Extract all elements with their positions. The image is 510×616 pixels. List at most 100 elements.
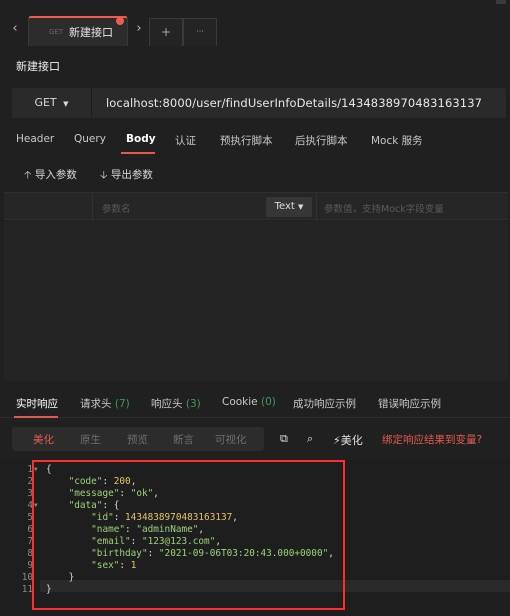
url-input[interactable]: localhost:8000/user/findUserInfoDetails/… <box>106 96 482 110</box>
code-line: } <box>46 572 75 583</box>
chevron-right-icon[interactable]: › <box>130 17 148 43</box>
url-bar: GET ▼ localhost:8000/user/findUserInfoDe… <box>12 88 506 118</box>
import-button[interactable]: 🡡 导入参数 <box>24 167 77 185</box>
tab-count: (3) <box>185 398 201 410</box>
tab-success-example[interactable]: 成功响应示例 <box>293 396 356 411</box>
tab-live-response[interactable]: 实时响应 <box>16 396 58 411</box>
view-pretty[interactable]: 美化 <box>33 432 54 447</box>
unsaved-dot-icon <box>116 17 124 25</box>
json-message-value: "ok" <box>130 488 154 499</box>
code-line: { <box>46 464 52 475</box>
param-table-body <box>4 221 508 381</box>
code-line: "birthday": "2021-09-06T03:20:43.000+000… <box>91 548 334 559</box>
code-line: } <box>46 584 52 595</box>
code-line: "data": { <box>68 500 120 511</box>
param-type-select[interactable]: Text ▼ <box>266 197 312 217</box>
new-tab-button[interactable]: + <box>149 18 183 46</box>
line-number: 3 <box>27 488 33 499</box>
caret-down-icon: ▼ <box>298 203 304 211</box>
code-line: "message": "ok", <box>68 488 159 499</box>
line-number: 6 <box>27 524 33 535</box>
beautify-label: 美化 <box>340 434 363 447</box>
line-number: 11 <box>21 584 33 595</box>
tab-count: (7) <box>114 398 130 410</box>
column-divider <box>92 193 93 221</box>
tab-label: 请求头 <box>80 398 112 410</box>
json-code-value: 200 <box>113 476 131 487</box>
search-icon[interactable]: ⌕ <box>307 432 313 446</box>
param-value-input[interactable]: 参数值，支持Mock字段变量 <box>324 201 444 215</box>
tab-auth[interactable]: 认证 <box>175 133 196 148</box>
export-button[interactable]: 🡣 导出参数 <box>100 167 153 185</box>
code-line: "id": 1434838970483163137, <box>91 512 238 523</box>
line-number: 8 <box>27 548 33 559</box>
param-type-value: Text <box>274 201 295 212</box>
tab-mock[interactable]: Mock 服务 <box>371 133 423 148</box>
active-tab-indicator <box>121 152 155 154</box>
page-title: 新建接口 <box>16 60 60 73</box>
param-row: 参数名 Text ▼ 参数值，支持Mock字段变量 <box>4 192 508 221</box>
arrow-up-icon: 🡡 <box>24 169 32 181</box>
tab-strip: ‹ GET 新建接口 › + ··· <box>0 0 510 46</box>
body-actions: 🡡 导入参数 🡣 导出参数 <box>0 164 510 184</box>
line-number: 9 <box>27 560 33 571</box>
line-number: 5 <box>27 512 33 523</box>
json-name-value: "adminName" <box>136 524 199 535</box>
view-assert[interactable]: 断言 <box>173 432 194 447</box>
export-label: 导出参数 <box>110 169 153 181</box>
view-mode-bar: 美化 原生 预览 断言 可视化 <box>12 427 264 451</box>
tab-error-example[interactable]: 错误响应示例 <box>378 396 441 411</box>
tab-label: 实时响应 <box>16 398 58 410</box>
tab-pre-script[interactable]: 预执行脚本 <box>220 133 273 148</box>
line-number: 4 <box>27 500 33 511</box>
tab-count: (0) <box>260 396 276 408</box>
line-number: 2 <box>27 476 33 487</box>
code-line: "email": "123@123.com", <box>91 536 221 547</box>
code-line: "code": 200, <box>68 476 137 487</box>
code-line: "name": "adminName", <box>91 524 205 535</box>
beautify-button[interactable]: ⚡美化 <box>333 432 363 448</box>
response-editor[interactable]: 1 2 3 4 5 6 7 8 9 10 11 ▼ ▼ { "code": 20… <box>0 460 510 616</box>
tab-method: GET <box>49 28 64 36</box>
tab-label: 错误响应示例 <box>378 398 441 410</box>
tab-header[interactable]: Header <box>16 133 54 145</box>
tab-label: 成功响应示例 <box>293 398 356 410</box>
tab-label: Cookie <box>222 396 258 408</box>
line-gutter: 1 2 3 4 5 6 7 8 9 10 11 ▼ ▼ <box>0 460 40 616</box>
wand-icon: ⚡ <box>333 434 341 447</box>
method-select[interactable]: GET ▼ <box>12 88 92 118</box>
tab-post-script[interactable]: 后执行脚本 <box>295 133 348 148</box>
json-birthday-value: "2021-09-06T03:20:43.000+0000" <box>158 548 329 559</box>
request-tabs: Header Query Body 认证 预执行脚本 后执行脚本 Mock 服务 <box>0 128 510 154</box>
more-tabs-button[interactable]: ··· <box>183 18 217 46</box>
bind-result-link[interactable]: 绑定响应结果到变量? <box>382 432 482 447</box>
tab-query[interactable]: Query <box>74 133 106 145</box>
tab-body[interactable]: Body <box>126 133 156 145</box>
method-value: GET <box>34 96 57 109</box>
copy-icon[interactable]: ⧉ <box>280 432 288 446</box>
line-number: 10 <box>21 572 33 583</box>
view-visualize[interactable]: 可视化 <box>215 432 247 447</box>
code-line: "sex": 1 <box>91 560 137 571</box>
current-line-highlight <box>40 580 510 592</box>
tab-label: 响应头 <box>151 398 183 410</box>
request-tab[interactable]: GET 新建接口 <box>28 16 128 46</box>
param-name-input[interactable]: 参数名 <box>102 201 131 215</box>
fold-arrow-icon[interactable]: ▼ <box>34 466 38 473</box>
tab-title: 新建接口 <box>69 26 113 39</box>
view-preview[interactable]: 预览 <box>127 432 148 447</box>
json-sex-value: 1 <box>130 560 137 571</box>
caret-down-icon: ▼ <box>63 100 69 108</box>
chevron-left-icon[interactable]: ‹ <box>6 17 24 43</box>
fold-arrow-icon[interactable]: ▼ <box>34 502 38 509</box>
response-tabs: 实时响应 请求头 (7) 响应头 (3) Cookie (0) 成功响应示例 错… <box>0 388 510 418</box>
view-raw[interactable]: 原生 <box>80 432 101 447</box>
column-divider <box>316 193 317 221</box>
scrollbar[interactable] <box>496 0 506 4</box>
tab-response-headers[interactable]: 响应头 (3) <box>151 396 201 411</box>
tab-cookie[interactable]: Cookie (0) <box>222 396 276 408</box>
json-email-value: "123@123.com" <box>141 536 216 547</box>
active-tab-indicator <box>14 416 58 418</box>
arrow-down-icon: 🡣 <box>100 169 108 181</box>
tab-request-headers[interactable]: 请求头 (7) <box>80 396 130 411</box>
